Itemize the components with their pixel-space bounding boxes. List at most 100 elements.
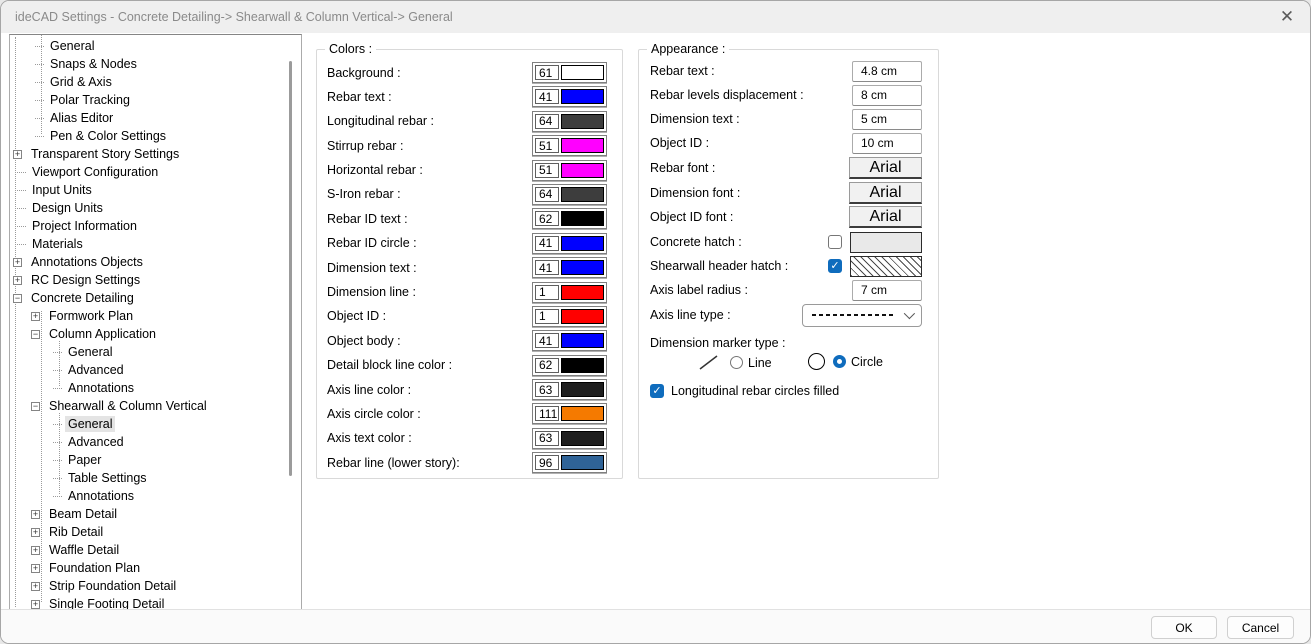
tree-item[interactable]: +Formwork Plan	[10, 307, 301, 325]
tree-item[interactable]: Annotations	[10, 379, 301, 397]
tree-item[interactable]: Materials	[10, 235, 301, 253]
axis-line-type-dropdown[interactable]	[802, 304, 922, 327]
concrete-hatch-swatch[interactable]	[850, 232, 922, 253]
tree-item[interactable]: General	[10, 37, 301, 55]
color-swatch[interactable]	[561, 382, 604, 397]
color-picker-control[interactable]: 64	[532, 184, 607, 205]
object-id-font-button[interactable]: Arial	[849, 206, 922, 228]
collapse-icon[interactable]: −	[31, 402, 40, 411]
close-icon[interactable]: ✕	[1264, 1, 1310, 33]
color-picker-control[interactable]: 63	[532, 428, 607, 449]
color-index-input[interactable]: 64	[535, 114, 559, 129]
color-swatch[interactable]	[561, 236, 604, 251]
color-index-input[interactable]: 62	[535, 358, 559, 373]
color-swatch[interactable]	[561, 431, 604, 446]
tree-item[interactable]: Snaps & Nodes	[10, 55, 301, 73]
color-index-input[interactable]: 96	[535, 455, 559, 470]
color-index-input[interactable]: 51	[535, 138, 559, 153]
color-swatch[interactable]	[561, 260, 604, 275]
color-index-input[interactable]: 41	[535, 236, 559, 251]
expand-icon[interactable]: +	[31, 564, 40, 573]
collapse-icon[interactable]: −	[13, 294, 22, 303]
tree-scrollbar-thumb[interactable]	[289, 61, 292, 476]
color-picker-control[interactable]: 51	[532, 135, 607, 156]
tree-item[interactable]: Design Units	[10, 199, 301, 217]
color-index-input[interactable]: 41	[535, 260, 559, 275]
tree-item[interactable]: Table Settings	[10, 469, 301, 487]
tree-item[interactable]: +RC Design Settings	[10, 271, 301, 289]
color-swatch[interactable]	[561, 89, 604, 104]
color-index-input[interactable]: 61	[535, 65, 559, 80]
tree-item[interactable]: Polar Tracking	[10, 91, 301, 109]
color-picker-control[interactable]: 1	[532, 306, 607, 327]
expand-icon[interactable]: +	[31, 528, 40, 537]
color-swatch[interactable]	[561, 309, 604, 324]
tree-item[interactable]: −Shearwall & Column Vertical	[10, 397, 301, 415]
color-swatch[interactable]	[561, 211, 604, 226]
tree-item[interactable]: Viewport Configuration	[10, 163, 301, 181]
tree-item[interactable]: +Foundation Plan	[10, 559, 301, 577]
color-swatch[interactable]	[561, 163, 604, 178]
color-picker-control[interactable]: 62	[532, 208, 607, 229]
line-radio[interactable]	[730, 356, 743, 369]
color-picker-control[interactable]: 41	[532, 86, 607, 107]
color-swatch[interactable]	[561, 406, 604, 421]
expand-icon[interactable]: +	[13, 150, 22, 159]
longitudinal-rebar-circles-filled-checkbox[interactable]	[650, 384, 664, 398]
color-picker-control[interactable]: 96	[532, 452, 607, 473]
ok-button[interactable]: OK	[1151, 616, 1217, 639]
concrete-hatch-checkbox[interactable]	[828, 235, 842, 249]
color-index-input[interactable]: 41	[535, 89, 559, 104]
tree-item[interactable]: Input Units	[10, 181, 301, 199]
color-index-input[interactable]: 111	[535, 406, 559, 421]
object-id-input[interactable]: 10 cm	[852, 133, 922, 154]
tree-item[interactable]: +Beam Detail	[10, 505, 301, 523]
dimension-text-input[interactable]: 5 cm	[852, 109, 922, 130]
color-swatch[interactable]	[561, 65, 604, 80]
expand-icon[interactable]: +	[13, 258, 22, 267]
color-index-input[interactable]: 63	[535, 431, 559, 446]
collapse-icon[interactable]: −	[31, 330, 40, 339]
color-index-input[interactable]: 64	[535, 187, 559, 202]
color-index-input[interactable]: 1	[535, 309, 559, 324]
color-index-input[interactable]: 51	[535, 163, 559, 178]
tree-item[interactable]: Alias Editor	[10, 109, 301, 127]
color-index-input[interactable]: 1	[535, 285, 559, 300]
tree-item[interactable]: General	[10, 415, 301, 433]
color-swatch[interactable]	[561, 285, 604, 300]
color-picker-control[interactable]: 63	[532, 379, 607, 400]
cancel-button[interactable]: Cancel	[1227, 616, 1294, 639]
tree-item[interactable]: Advanced	[10, 361, 301, 379]
color-index-input[interactable]: 41	[535, 333, 559, 348]
tree-item[interactable]: +Annotations Objects	[10, 253, 301, 271]
color-picker-control[interactable]: 1	[532, 282, 607, 303]
color-swatch[interactable]	[561, 333, 604, 348]
color-index-input[interactable]: 62	[535, 211, 559, 226]
color-picker-control[interactable]: 41	[532, 233, 607, 254]
color-index-input[interactable]: 63	[535, 382, 559, 397]
tree-item[interactable]: Annotations	[10, 487, 301, 505]
circle-radio[interactable]	[833, 355, 846, 368]
tree-item[interactable]: +Transparent Story Settings	[10, 145, 301, 163]
color-swatch[interactable]	[561, 455, 604, 470]
color-picker-control[interactable]: 62	[532, 355, 607, 376]
tree-item[interactable]: Pen & Color Settings	[10, 127, 301, 145]
expand-icon[interactable]: +	[31, 510, 40, 519]
expand-icon[interactable]: +	[31, 600, 40, 609]
color-picker-control[interactable]: 64	[532, 111, 607, 132]
color-picker-control[interactable]: 41	[532, 330, 607, 351]
rebar-font-button[interactable]: Arial	[849, 157, 922, 179]
dimension-font-button[interactable]: Arial	[849, 182, 922, 204]
expand-icon[interactable]: +	[31, 582, 40, 591]
tree-item[interactable]: Grid & Axis	[10, 73, 301, 91]
axis-label-radius-input[interactable]: 7 cm	[852, 280, 922, 301]
color-picker-control[interactable]: 51	[532, 160, 607, 181]
tree-item[interactable]: +Strip Foundation Detail	[10, 577, 301, 595]
expand-icon[interactable]: +	[31, 312, 40, 321]
tree-item[interactable]: −Column Application	[10, 325, 301, 343]
expand-icon[interactable]: +	[13, 276, 22, 285]
color-swatch[interactable]	[561, 138, 604, 153]
tree-item[interactable]: −Concrete Detailing	[10, 289, 301, 307]
tree-item[interactable]: Paper	[10, 451, 301, 469]
rebar-levels-displacement-input[interactable]: 8 cm	[852, 85, 922, 106]
